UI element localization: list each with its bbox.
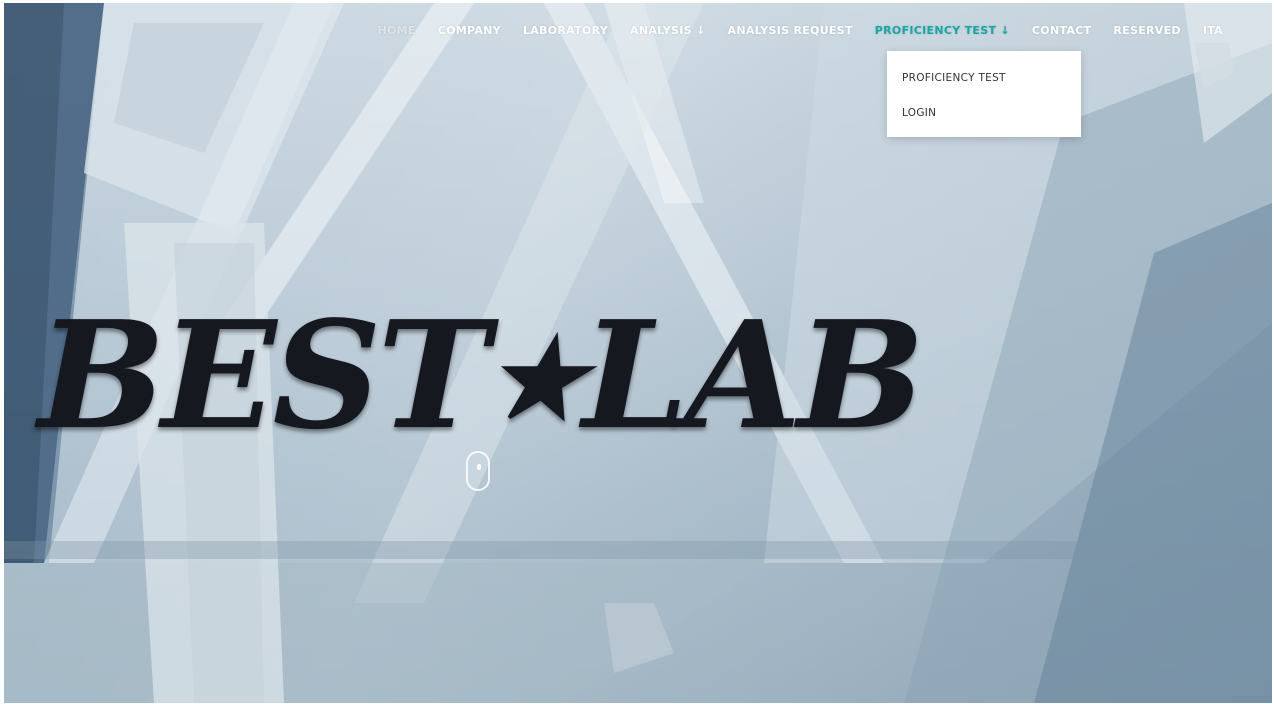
nav-item-laboratory[interactable]: LABORATORY: [512, 24, 619, 37]
nav-item-analysis[interactable]: ANALYSIS ↓: [619, 24, 716, 37]
nav-item-reserved[interactable]: RESERVED: [1102, 24, 1191, 37]
hero-section: BEST★LAB: [4, 3, 1272, 703]
dropdown-item-login[interactable]: LOGIN: [902, 107, 936, 119]
nav-item-proficiency-test[interactable]: PROFICIENCY TEST ↓: [864, 24, 1021, 37]
proficiency-test-dropdown: PROFICIENCY TEST LOGIN: [887, 51, 1081, 137]
dropdown-item-proficiency-test[interactable]: PROFICIENCY TEST: [902, 72, 1006, 84]
logo-text-best: BEST: [38, 288, 490, 462]
bestlab-logo: BEST★LAB: [38, 301, 925, 449]
nav-item-contact[interactable]: CONTACT: [1021, 24, 1102, 37]
logo-text-lab: LAB: [582, 288, 925, 462]
main-navigation: HOME COMPANY LABORATORY ANALYSIS ↓ ANALY…: [367, 20, 1235, 40]
nav-item-ita[interactable]: ITA: [1192, 24, 1234, 37]
mouse-wheel: [477, 464, 481, 470]
logo-star-icon: ★: [485, 314, 587, 443]
nav-item-home[interactable]: HOME: [367, 24, 427, 37]
nav-item-analysis-request[interactable]: ANALYSIS REQUEST: [717, 24, 864, 37]
mouse-scroll-icon[interactable]: [466, 451, 490, 491]
nav-item-company[interactable]: COMPANY: [427, 24, 512, 37]
